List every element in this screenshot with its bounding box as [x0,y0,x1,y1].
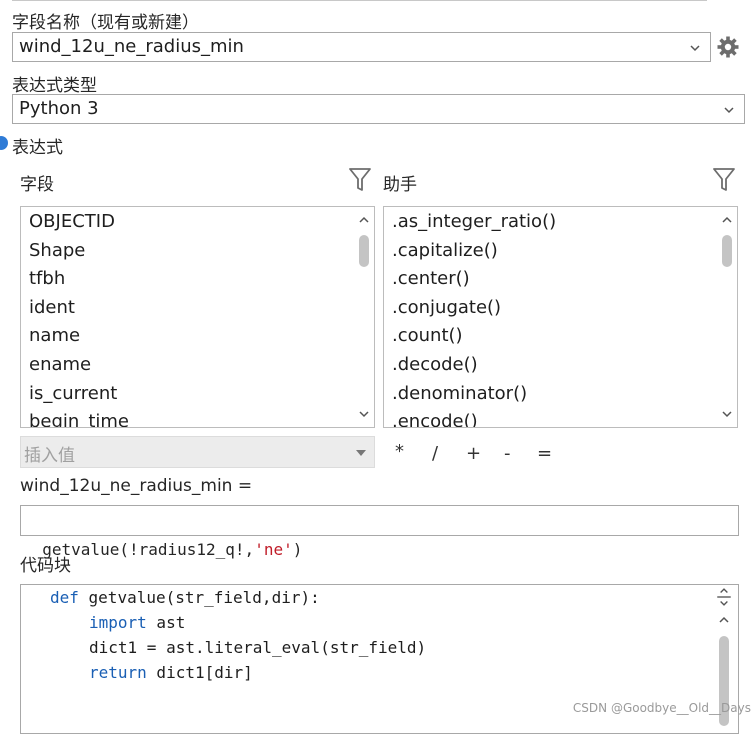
list-item[interactable]: .count() [384,322,737,351]
top-divider [12,0,707,1]
code-line-4: return dict1[dir] [89,663,253,682]
list-item[interactable]: name [21,322,374,351]
expression-input[interactable]: getvalue(!radius12_q!,'ne') [20,505,739,559]
expression-target-label: wind_12u_ne_radius_min = [20,476,253,496]
list-item[interactable]: .encode() [384,408,737,427]
list-item[interactable]: ident [21,294,374,323]
operator-equals-button[interactable]: = [537,443,552,464]
fields-scrollbar[interactable] [354,207,374,427]
expression-type-select[interactable]: Python 3 [12,94,745,124]
filter-icon[interactable] [349,168,371,192]
chevron-up-icon[interactable] [717,613,731,627]
list-item[interactable]: is_current [21,380,374,409]
field-name-value: wind_12u_ne_radius_min [19,36,244,57]
chevron-up-icon[interactable] [357,213,371,227]
code-text: dict1 = ast.literal_eval(str_field) [89,638,427,657]
code-text: ast [146,613,186,632]
code-text: dict1[dir] [146,663,253,682]
operator-multiply-button[interactable]: * [395,441,404,462]
helpers-panel-label: 助手 [383,175,417,195]
expand-editor-icon[interactable] [715,588,733,606]
code-block-label: 代码块 [20,556,71,576]
filter-icon[interactable] [713,168,735,192]
chevron-down-icon[interactable] [688,41,702,55]
list-item[interactable]: tfbh [21,265,374,294]
operator-plus-button[interactable]: + [466,443,481,464]
expression-section-label: 表达式 [12,138,63,158]
helpers-list[interactable]: .as_integer_ratio() .capitalize() .cente… [383,206,738,428]
insert-value-select[interactable]: 插入值 [20,436,375,468]
expression-type-value: Python 3 [19,98,99,119]
list-item[interactable]: .center() [384,265,737,294]
expression-string-literal: 'ne' [254,540,293,559]
code-keyword: def [50,588,79,607]
expression-code-end: ) [292,540,303,559]
fields-list[interactable]: OBJECTID Shape tfbh ident name ename is_… [20,206,375,428]
expression-code: getvalue(!radius12_q!, [42,540,255,559]
list-item[interactable]: .capitalize() [384,237,737,266]
list-item[interactable]: .as_integer_ratio() [384,208,737,237]
code-keyword: return [89,663,147,682]
chevron-down-icon[interactable] [357,407,371,421]
field-name-label: 字段名称（现有或新建） [12,13,199,33]
chevron-down-icon[interactable] [722,103,736,117]
fields-panel-label: 字段 [20,175,54,195]
list-item[interactable]: .conjugate() [384,294,737,323]
scrollbar-thumb[interactable] [359,235,369,267]
insert-value-placeholder: 插入值 [24,446,75,466]
code-text: getvalue(str_field,dir): [78,588,320,607]
caret-down-icon [356,450,366,456]
list-item[interactable]: .denominator() [384,380,737,409]
code-keyword: import [89,613,147,632]
gear-icon[interactable] [716,35,740,59]
code-line-1: def getvalue(str_field,dir): [50,588,320,607]
chevron-down-icon[interactable] [720,407,734,421]
code-line-3: dict1 = ast.literal_eval(str_field) [89,638,426,657]
list-item[interactable]: begin_time [21,408,374,427]
scrollbar-thumb[interactable] [722,235,732,267]
list-item[interactable]: OBJECTID [21,208,374,237]
field-name-combobox[interactable]: wind_12u_ne_radius_min [12,32,711,62]
list-item[interactable]: .decode() [384,351,737,380]
operator-minus-button[interactable]: - [504,443,511,464]
helpers-scrollbar[interactable] [717,207,737,427]
operator-divide-button[interactable]: / [432,443,438,464]
expression-type-label: 表达式类型 [12,76,97,96]
chevron-up-icon[interactable] [720,213,734,227]
code-line-2: import ast [89,613,185,632]
list-item[interactable]: Shape [21,237,374,266]
section-marker-icon [0,136,8,150]
list-item[interactable]: ename [21,351,374,380]
watermark: CSDN @Goodbye__Old__Days [572,701,751,715]
